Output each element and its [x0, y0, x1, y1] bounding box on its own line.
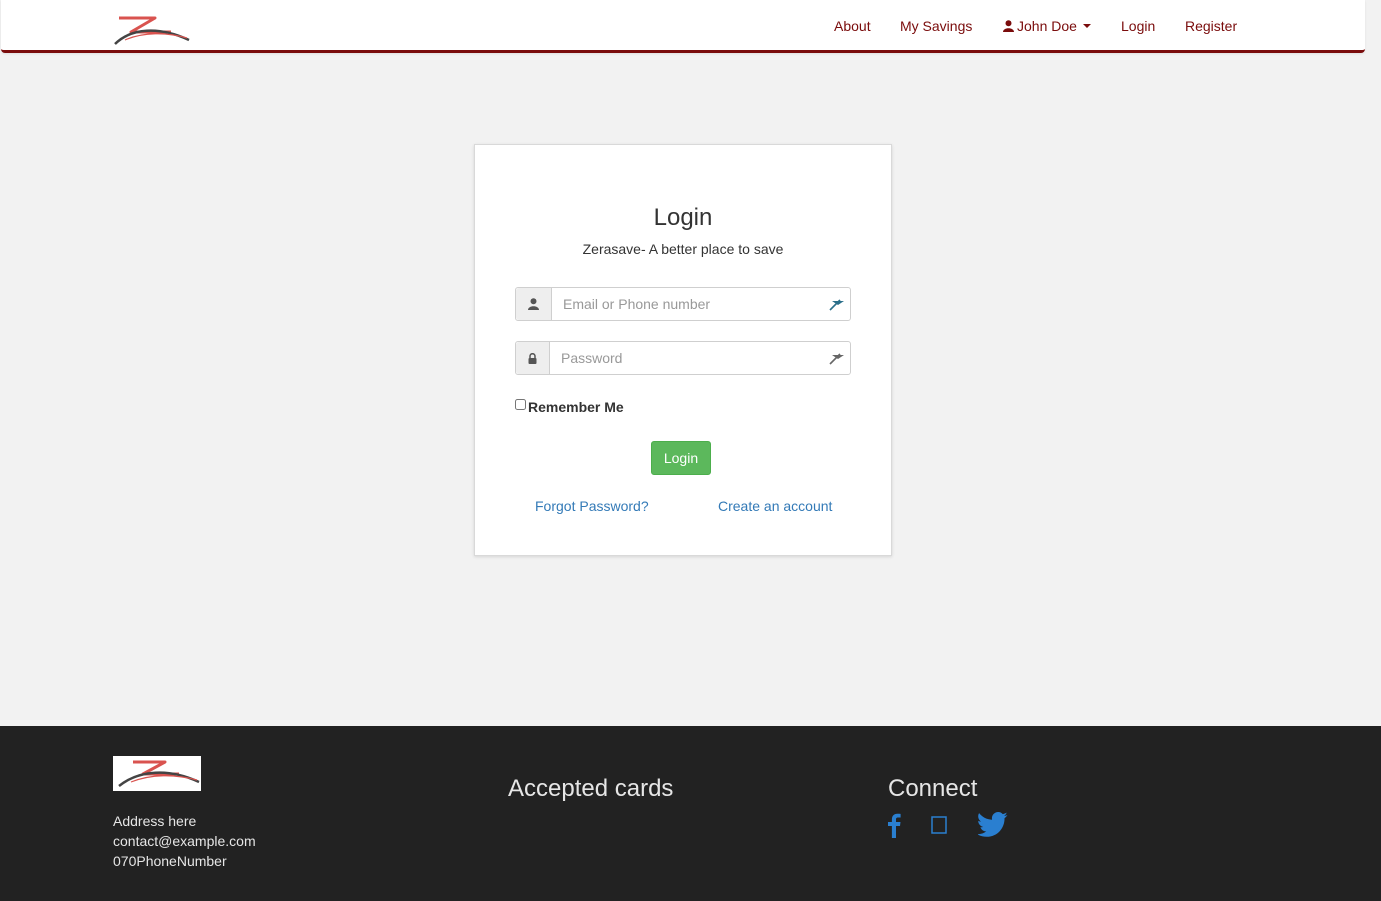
password-manager-icon[interactable] [828, 296, 846, 312]
login-subtitle: Zerasave- A better place to save [582, 241, 784, 257]
nav-about-link[interactable]: About [834, 17, 871, 35]
footer-email: contact@example.com [113, 833, 256, 849]
caret-down-icon [1082, 24, 1091, 28]
accepted-cards-heading: Accepted cards [508, 775, 674, 802]
top-navbar: About My Savings John Doe Login Register [1, 0, 1365, 53]
email-field[interactable] [552, 288, 822, 320]
instagram-icon[interactable] [931, 816, 947, 834]
create-account-link[interactable]: Create an account [718, 497, 832, 515]
email-addon [516, 288, 552, 320]
remember-me-checkbox[interactable] [515, 399, 526, 410]
nav-login-link[interactable]: Login [1121, 17, 1155, 35]
password-field[interactable] [550, 342, 820, 374]
login-button[interactable]: Login [651, 441, 711, 475]
password-manager-icon[interactable] [828, 350, 846, 366]
facebook-icon[interactable] [887, 812, 901, 838]
zerasave-logo [118, 760, 200, 787]
user-name-label: John Doe [1017, 18, 1077, 34]
password-input-group [515, 341, 851, 375]
login-title: Login [653, 204, 713, 231]
lock-icon [528, 352, 537, 364]
forgot-password-link[interactable]: Forgot Password? [535, 497, 649, 515]
footer-phone: 070PhoneNumber [113, 853, 227, 869]
twitter-icon[interactable] [978, 812, 1008, 837]
nav-user-dropdown[interactable]: John Doe [1003, 17, 1091, 35]
remember-me-label: Remember Me [528, 399, 624, 415]
footer-logo [113, 756, 201, 791]
nav-my-savings-link[interactable]: My Savings [900, 17, 972, 35]
nav-menu: About My Savings John Doe Login Register [1, 0, 1365, 50]
user-icon [1003, 20, 1014, 32]
footer: Address here contact@example.com 070Phon… [0, 726, 1381, 901]
user-icon [528, 298, 539, 310]
login-card: Login Zerasave- A better place to save E… [474, 144, 892, 556]
footer-address: Address here [113, 813, 197, 829]
email-input-group [515, 287, 851, 321]
nav-register-link[interactable]: Register [1185, 17, 1237, 35]
connect-heading: Connect [888, 775, 978, 802]
password-addon [516, 342, 550, 374]
